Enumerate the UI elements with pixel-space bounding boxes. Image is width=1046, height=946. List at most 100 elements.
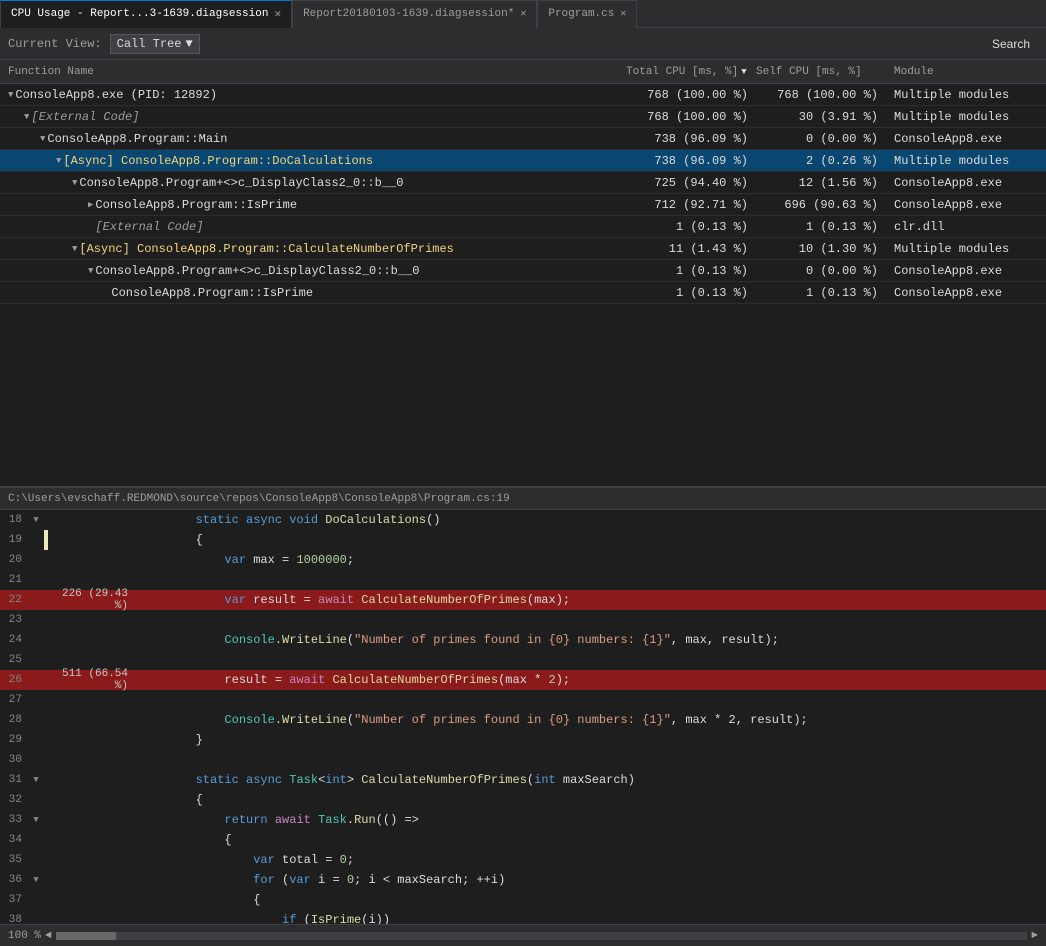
- token: [138, 513, 196, 527]
- line-number: 29: [0, 734, 28, 746]
- token: [138, 673, 224, 687]
- tab-label: Program.cs: [548, 8, 614, 20]
- table-row[interactable]: ▼ ConsoleApp8.exe (PID: 12892) 768 (100.…: [0, 84, 1046, 106]
- table-row[interactable]: [External Code] 1 (0.13 %) 1 (0.13 %) cl…: [0, 216, 1046, 238]
- code-line: 38 if (IsPrime(i)): [0, 910, 1046, 924]
- expand-icon[interactable]: ▼: [8, 90, 13, 100]
- token: CalculateNumberOfPrimes: [332, 673, 498, 687]
- table-body: ▼ ConsoleApp8.exe (PID: 12892) 768 (100.…: [0, 84, 1046, 304]
- line-number: 22: [0, 594, 28, 606]
- code-line: 30: [0, 750, 1046, 770]
- fold-button[interactable]: ▼: [28, 815, 44, 825]
- token: "Number of primes found in {0} numbers: …: [354, 713, 671, 727]
- token: .: [347, 813, 354, 827]
- token: int: [325, 773, 347, 787]
- table-row[interactable]: ConsoleApp8.Program::IsPrime 1 (0.13 %) …: [0, 282, 1046, 304]
- expand-icon[interactable]: [104, 288, 109, 298]
- expand-icon[interactable]: ▼: [24, 112, 29, 122]
- line-number: 27: [0, 694, 28, 706]
- col-header-self[interactable]: Self CPU [ms, %]: [756, 66, 886, 78]
- search-button[interactable]: Search: [984, 33, 1038, 55]
- tab-close[interactable]: ✕: [620, 8, 626, 20]
- code-editor: 18▼ static async void DoCalculations()19…: [0, 510, 1046, 924]
- module-value: ConsoleApp8.exe: [886, 176, 1046, 190]
- self-cpu-value: 696 (90.63 %): [756, 198, 886, 212]
- module-value: ConsoleApp8.exe: [886, 132, 1046, 146]
- expand-icon[interactable]: [88, 222, 93, 232]
- scroll-left-icon[interactable]: ◄: [45, 930, 52, 942]
- token: [138, 593, 224, 607]
- token: Run: [354, 813, 376, 827]
- token: }: [138, 733, 203, 747]
- token: (: [347, 713, 354, 727]
- line-number: 30: [0, 754, 28, 766]
- expand-icon[interactable]: ▼: [88, 266, 93, 276]
- function-name: [External Code]: [95, 220, 203, 234]
- table-row[interactable]: ▼ [Async] ConsoleApp8.Program::Calculate…: [0, 238, 1046, 260]
- token: Task: [289, 773, 318, 787]
- fold-button[interactable]: ▼: [28, 875, 44, 885]
- token: ;: [347, 853, 354, 867]
- fold-button[interactable]: ▼: [28, 515, 44, 525]
- token: DoCalculations: [325, 513, 426, 527]
- total-cpu-value: 738 (96.09 %): [626, 132, 756, 146]
- scroll-right-icon[interactable]: ►: [1031, 930, 1038, 942]
- scrollbar-track[interactable]: [56, 932, 1028, 940]
- code-text: if (IsPrime(i)): [134, 913, 1046, 924]
- tab-program-cs[interactable]: Program.cs ✕: [537, 0, 637, 28]
- tab-cpu-report[interactable]: CPU Usage - Report...3-1639.diagsession …: [0, 0, 292, 28]
- token: await: [275, 813, 311, 827]
- code-text: }: [134, 733, 1046, 747]
- tab-report[interactable]: Report20180103-1639.diagsession* ✕: [292, 0, 537, 28]
- module-value: ConsoleApp8.exe: [886, 286, 1046, 300]
- module-value: clr.dll: [886, 220, 1046, 234]
- function-name: ConsoleApp8.exe (PID: 12892): [15, 88, 217, 102]
- table-row[interactable]: ▼ ConsoleApp8.Program+<>c_DisplayClass2_…: [0, 172, 1046, 194]
- code-line: 26511 (66.54 %) result = await Calculate…: [0, 670, 1046, 690]
- table-row[interactable]: ▼ [External Code] 768 (100.00 %) 30 (3.9…: [0, 106, 1046, 128]
- line-number: 37: [0, 894, 28, 906]
- token: [268, 813, 275, 827]
- view-dropdown[interactable]: Call Tree ▼: [110, 34, 200, 54]
- token: for: [253, 873, 275, 887]
- token: await: [318, 593, 354, 607]
- token: [138, 873, 253, 887]
- token: Console: [224, 713, 274, 727]
- token: .: [275, 633, 282, 647]
- code-text: var total = 0;: [134, 853, 1046, 867]
- token: 1000000: [296, 553, 346, 567]
- code-text: static async Task<int> CalculateNumberOf…: [134, 773, 1046, 787]
- current-line-indicator: [44, 530, 48, 550]
- function-name: ConsoleApp8.Program::IsPrime: [95, 198, 297, 212]
- fold-button[interactable]: ▼: [28, 775, 44, 785]
- table-row[interactable]: ▼ ConsoleApp8.Program::Main 738 (96.09 %…: [0, 128, 1046, 150]
- expand-icon[interactable]: ▼: [72, 178, 77, 188]
- code-line: 23: [0, 610, 1046, 630]
- table-row[interactable]: ▶ ConsoleApp8.Program::IsPrime 712 (92.7…: [0, 194, 1046, 216]
- col-header-total[interactable]: Total CPU [ms, %] ▼: [626, 66, 756, 78]
- heat-value: 511 (66.54 %): [44, 668, 134, 692]
- code-line: 34 {: [0, 830, 1046, 850]
- token: static: [196, 773, 239, 787]
- expand-icon[interactable]: ▼: [72, 244, 77, 254]
- table-row[interactable]: ▼ ConsoleApp8.Program+<>c_DisplayClass2_…: [0, 260, 1046, 282]
- function-name: ConsoleApp8.Program::IsPrime: [111, 286, 313, 300]
- code-line: 22226 (29.43 %) var result = await Calcu…: [0, 590, 1046, 610]
- token: [138, 553, 224, 567]
- code-text: for (var i = 0; i < maxSearch; ++i): [134, 873, 1046, 887]
- col-header-function[interactable]: Function Name: [0, 66, 626, 78]
- token: [138, 913, 282, 924]
- table-row[interactable]: ▼ [Async] ConsoleApp8.Program::DoCalcula…: [0, 150, 1046, 172]
- scrollbar-thumb[interactable]: [56, 932, 116, 940]
- token: , max * 2, result);: [671, 713, 808, 727]
- source-path: C:\Users\evschaff.REDMOND\source\repos\C…: [0, 488, 1046, 510]
- token: (: [275, 873, 289, 887]
- token: 0: [340, 853, 347, 867]
- expand-icon[interactable]: ▶: [88, 200, 93, 210]
- token: int: [534, 773, 556, 787]
- expand-icon[interactable]: ▼: [56, 156, 61, 166]
- token: {: [138, 533, 203, 547]
- tab-close[interactable]: ✕: [520, 8, 526, 20]
- token: CalculateNumberOfPrimes: [361, 773, 527, 787]
- expand-icon[interactable]: ▼: [40, 134, 45, 144]
